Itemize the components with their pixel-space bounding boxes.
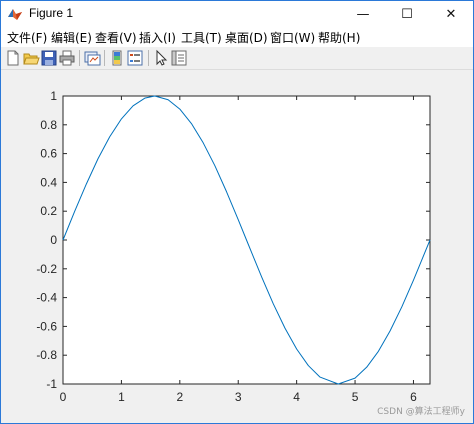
x-tick-label: 3 [235, 390, 242, 404]
maximize-button[interactable]: ☐ [385, 1, 429, 27]
print-icon[interactable] [58, 49, 76, 67]
close-icon: ✕ [445, 6, 457, 22]
x-tick-label: 6 [410, 390, 417, 404]
open-file-icon[interactable] [22, 49, 40, 67]
x-tick-label: 4 [293, 390, 300, 404]
new-figure-icon[interactable] [4, 49, 22, 67]
toolbar-separator [104, 50, 105, 66]
y-tick-label: -0.6 [36, 319, 57, 333]
figure-window: Figure 1 — ☐ ✕ 文件(F) 编辑(E) 查看(V) 插入(I) 工… [0, 0, 474, 424]
minimize-button[interactable]: — [341, 1, 385, 27]
toolbar-separator [148, 50, 149, 66]
menu-window[interactable]: 窗口(W) [270, 29, 315, 46]
property-inspector-icon[interactable] [170, 49, 188, 67]
edit-plot-icon[interactable] [152, 49, 170, 67]
y-tick-label: 1 [50, 89, 57, 103]
line-plot[interactable]: 0 1 2 3 4 5 6 -1 -0.8 -0.6 -0.4 -0.2 0 0.2 0.4 0.6 0.8 1 [1, 70, 473, 423]
x-tick-label: 0 [60, 390, 67, 404]
menu-edit[interactable]: 编辑(E) [51, 29, 92, 46]
menu-insert[interactable]: 插入(I) [139, 29, 176, 46]
figure-toolbar [1, 47, 473, 70]
menu-view[interactable]: 查看(V) [95, 29, 137, 46]
menu-desktop[interactable]: 桌面(D) [225, 29, 268, 46]
y-tick-label: -0.8 [36, 348, 57, 362]
x-tick-label: 1 [118, 390, 125, 404]
menu-help[interactable]: 帮助(H) [318, 29, 360, 46]
link-plot-icon[interactable] [83, 49, 101, 67]
maximize-icon: ☐ [401, 6, 413, 22]
watermark-text: CSDN @算法工程师y [377, 407, 465, 417]
menu-bar: 文件(F) 编辑(E) 查看(V) 插入(I) 工具(T) 桌面(D) 窗口(W… [1, 27, 473, 47]
insert-colorbar-icon[interactable] [108, 49, 126, 67]
window-title: Figure 1 [29, 6, 74, 20]
toolbar-separator [79, 50, 80, 66]
y-tick-label: 0 [50, 233, 57, 247]
title-bar[interactable]: Figure 1 — ☐ ✕ [1, 1, 473, 27]
minimize-icon: — [356, 6, 370, 22]
menu-tools[interactable]: 工具(T) [181, 29, 222, 46]
close-button[interactable]: ✕ [429, 1, 473, 27]
y-tick-label: 0.2 [40, 204, 57, 218]
x-tick-label: 5 [352, 390, 359, 404]
y-tick-label: 0.6 [40, 147, 57, 161]
y-tick-label: -1 [46, 377, 57, 391]
insert-legend-icon[interactable] [126, 49, 144, 67]
figure-canvas: 0 1 2 3 4 5 6 -1 -0.8 -0.6 -0.4 -0.2 0 0.2 0.4 0.6 0.8 1… [1, 70, 473, 423]
y-tick-label: -0.4 [36, 291, 57, 305]
y-tick-label: 0.4 [40, 175, 57, 189]
y-tick-label: -0.2 [36, 262, 57, 276]
save-icon[interactable] [40, 49, 58, 67]
matlab-logo-icon [8, 9, 22, 20]
y-tick-label: 0.8 [40, 118, 57, 132]
menu-file[interactable]: 文件(F) [7, 29, 47, 46]
x-tick-label: 2 [176, 390, 183, 404]
